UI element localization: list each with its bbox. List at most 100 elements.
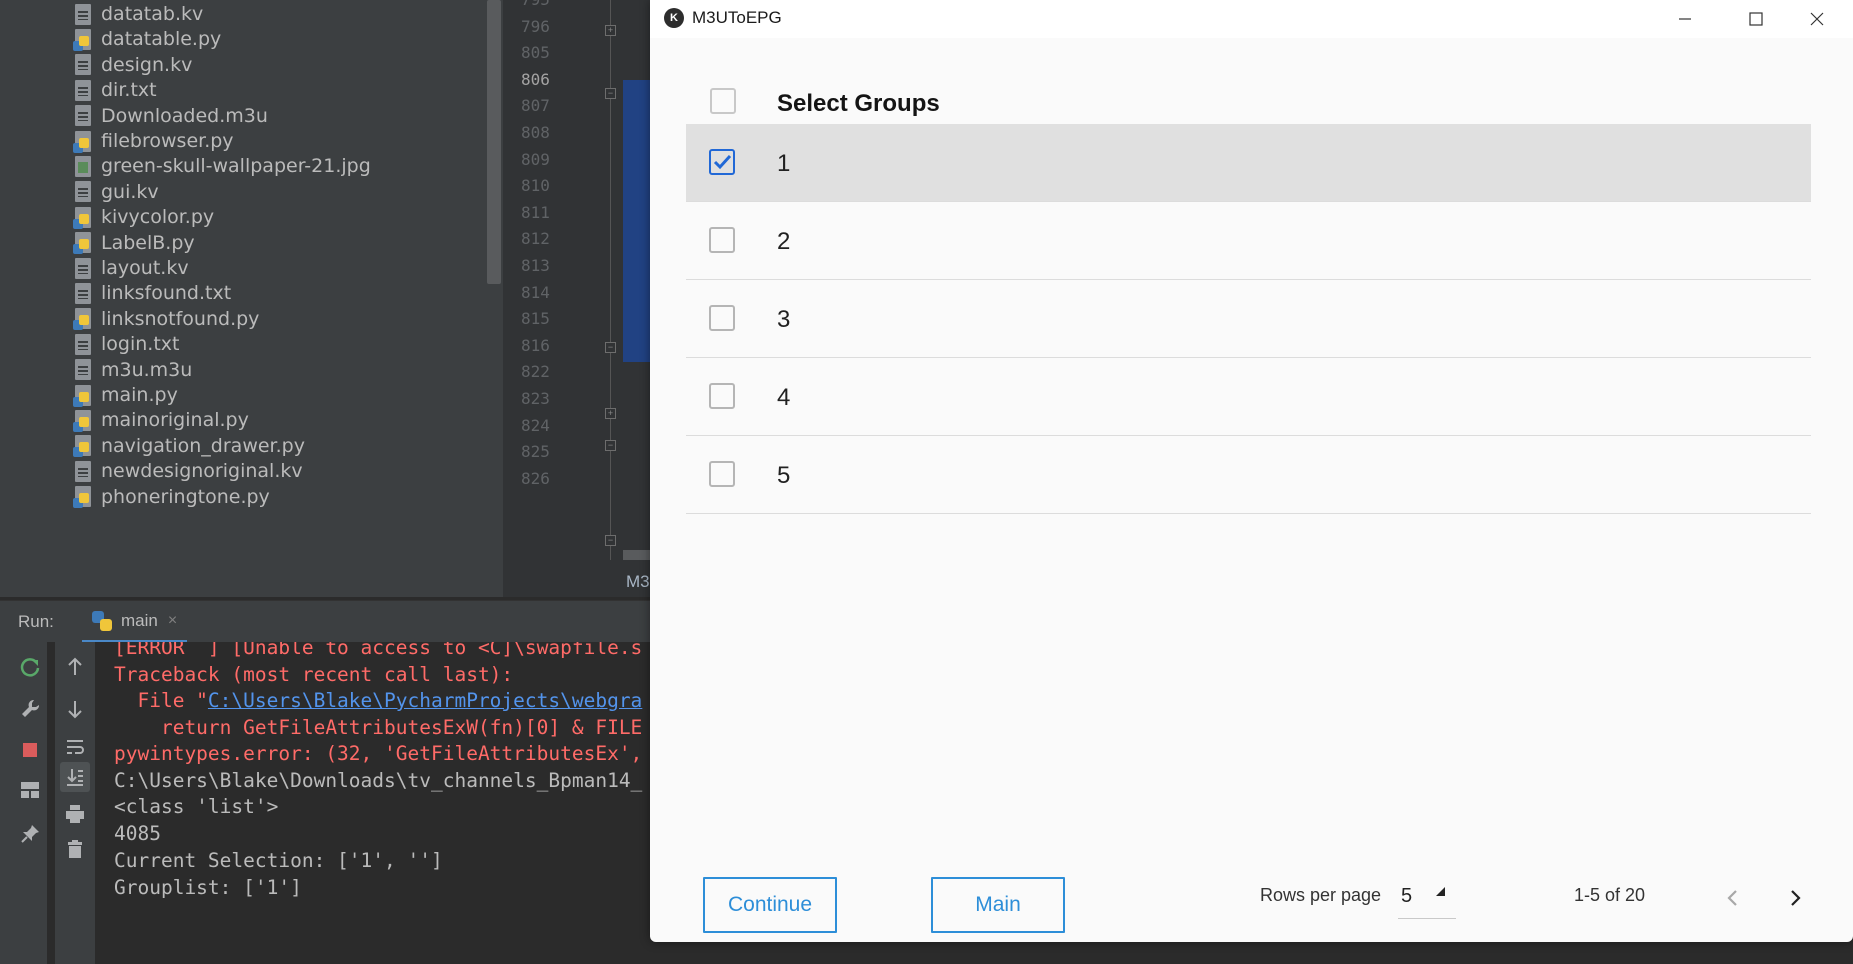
text-file-icon (75, 181, 91, 203)
text-file-icon (75, 54, 91, 76)
file-name: navigation_drawer.py (101, 434, 305, 457)
stop-icon[interactable] (15, 735, 45, 765)
main-button[interactable]: Main (931, 877, 1065, 933)
table-row[interactable]: 3 (686, 280, 1811, 358)
console-file-prefix: File " (114, 689, 208, 712)
python-file-icon (73, 435, 91, 458)
print-icon[interactable] (60, 799, 90, 829)
table-row[interactable]: 2 (686, 202, 1811, 280)
console-pywintypes-error: pywintypes.error: (32, 'GetFileAttribute… (114, 742, 643, 765)
file-name: main.py (101, 384, 178, 406)
minimize-icon (1679, 18, 1691, 20)
layout-icon[interactable] (15, 775, 45, 805)
table-row[interactable]: 5 (686, 436, 1811, 514)
previous-page-button[interactable] (1718, 883, 1748, 913)
file-tree-item[interactable]: phoneringtone.py (73, 482, 270, 512)
row-checkbox[interactable] (709, 149, 735, 175)
line-number: 810 (521, 176, 550, 196)
scroll-to-end-icon[interactable] (60, 762, 90, 792)
file-name: linksnotfound.py (101, 307, 260, 330)
row-label: 5 (777, 462, 791, 489)
file-name: design.kv (101, 53, 193, 76)
fold-marker-icon[interactable]: − (605, 88, 616, 99)
row-checkbox[interactable] (709, 305, 735, 331)
file-name: green-skull-wallpaper-21.jpg (101, 155, 371, 178)
file-name: gui.kv (101, 180, 159, 203)
fold-marker-icon[interactable]: − (605, 342, 616, 353)
file-name: kivycolor.py (101, 206, 215, 229)
python-file-icon (73, 409, 91, 432)
editor-tab-fragment[interactable]: M3 (626, 572, 650, 592)
text-file-icon (75, 105, 91, 127)
chevron-right-icon (1791, 890, 1801, 906)
file-name: login.txt (101, 333, 180, 356)
console-output-line: C:\Users\Blake\Downloads\tv_channels_Bpm… (114, 769, 643, 792)
file-name: linksfound.txt (101, 282, 232, 305)
wrench-icon[interactable] (15, 694, 45, 724)
select-all-checkbox[interactable] (710, 88, 736, 114)
minimize-button[interactable] (1650, 0, 1720, 38)
console-output-line: Grouplist: ['1'] (114, 876, 302, 899)
console-file-link[interactable]: C:\Users\Blake\PycharmProjects\webgra (208, 689, 642, 712)
line-number: 812 (521, 229, 550, 249)
fold-marker-icon[interactable]: + (605, 408, 616, 419)
row-label: 3 (777, 306, 791, 333)
fold-marker-icon[interactable]: − (605, 440, 616, 451)
python-file-icon (73, 206, 91, 229)
dropdown-triangle-icon (1436, 887, 1445, 896)
rows-per-page-select[interactable]: 5 (1398, 877, 1456, 919)
run-tab-label: main (121, 610, 158, 630)
python-file-icon (73, 28, 91, 51)
line-number: 816 (521, 335, 550, 355)
text-file-icon (75, 359, 91, 381)
arrow-up-icon[interactable] (60, 652, 90, 682)
line-number: 811 (521, 202, 550, 222)
line-number: 796 (521, 16, 550, 36)
run-panel-header: Run: main × (0, 600, 650, 643)
console-traceback-line: Traceback (most recent call last): (114, 663, 514, 686)
maximize-button[interactable] (1721, 0, 1791, 38)
file-name: mainoriginal.py (101, 409, 249, 432)
chevron-left-icon (1727, 890, 1737, 906)
row-checkbox[interactable] (709, 383, 735, 409)
editor-horizontal-scrollbar[interactable] (623, 550, 650, 560)
row-checkbox[interactable] (709, 461, 735, 487)
console-file-line: File "C:\Users\Blake\PycharmProjects\web… (114, 689, 642, 712)
run-tab-main[interactable]: main × (82, 601, 188, 643)
row-checkbox[interactable] (709, 227, 735, 253)
python-file-icon (73, 308, 91, 331)
arrow-down-icon[interactable] (60, 694, 90, 724)
fold-marker-icon[interactable]: − (605, 535, 616, 546)
pin-icon[interactable] (15, 819, 45, 849)
continue-button[interactable]: Continue (703, 877, 837, 933)
table-row[interactable]: 1 (686, 124, 1811, 202)
close-tab-icon[interactable]: × (168, 612, 177, 630)
file-name: m3u.m3u (101, 358, 193, 381)
python-file-icon (73, 384, 91, 407)
line-number: 814 (521, 282, 550, 302)
rerun-icon[interactable] (15, 652, 45, 682)
file-name: datatab.kv (101, 3, 204, 25)
window-titlebar[interactable]: K M3UToEPG (650, 0, 1853, 38)
trash-icon[interactable] (60, 834, 90, 864)
pagination-info: 1-5 of 20 (1574, 885, 1646, 905)
project-tree-scrollbar[interactable] (487, 0, 501, 284)
console-error-line: [ERROR ] [Unable to access to <C]\swapfi… (114, 642, 643, 659)
line-number: 809 (521, 149, 550, 169)
app-window: K M3UToEPG Select Groups 12345 Continue … (650, 0, 1853, 942)
rows-per-page-value: 5 (1401, 885, 1413, 907)
python-file-icon (73, 130, 91, 153)
run-label: Run: (18, 612, 54, 631)
text-file-icon (75, 333, 91, 355)
checkmark-icon (713, 154, 732, 170)
next-page-button[interactable] (1780, 883, 1810, 913)
table-row[interactable]: 4 (686, 358, 1811, 436)
line-number: 813 (521, 256, 550, 275)
rows-per-page-label: Rows per page (1260, 885, 1382, 905)
close-button[interactable] (1782, 0, 1852, 38)
fold-marker-icon[interactable]: + (605, 25, 616, 36)
line-number: 805 (521, 43, 550, 63)
text-file-icon (75, 282, 91, 304)
table-header-title: Select Groups (777, 90, 940, 117)
soft-wrap-icon[interactable] (60, 732, 90, 762)
